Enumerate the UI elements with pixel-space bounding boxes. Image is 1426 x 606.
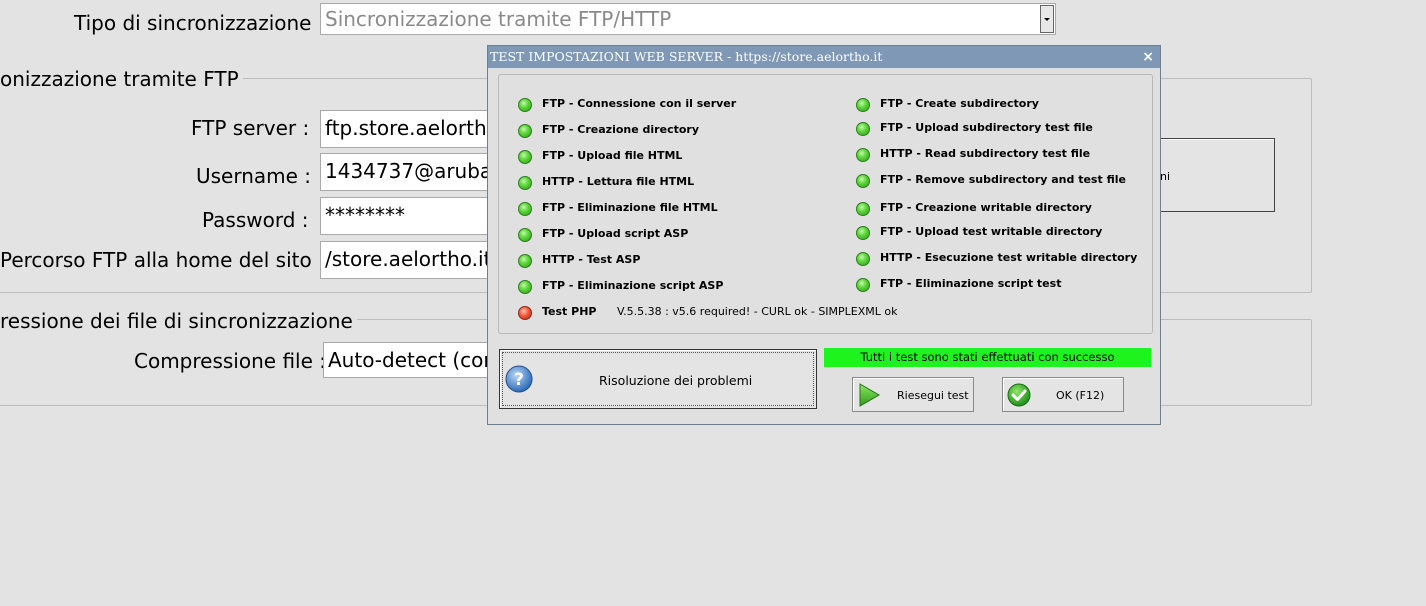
sync-type-label: Tipo di sincronizzazione : xyxy=(74,11,325,35)
password-input[interactable]: ******** xyxy=(320,197,495,235)
compression-select[interactable]: Auto-detect (cons xyxy=(323,342,495,378)
test-name: FTP - Upload subdirectory test file xyxy=(880,121,1093,134)
check-icon xyxy=(1007,383,1031,411)
dialog-title: TEST IMPOSTAZIONI WEB SERVER - https://s… xyxy=(490,49,883,64)
test-results-panel: FTP - Connessione con il server FTP - Cre… xyxy=(498,74,1153,334)
test-detail: V.5.5.38 : v5.6 required! - CURL ok - SI… xyxy=(617,305,898,318)
hidden-button-label: ni xyxy=(1160,170,1171,183)
ok-label: OK (F12) xyxy=(1056,389,1105,402)
test-name: HTTP - Esecuzione test writable director… xyxy=(880,251,1138,264)
status-ok-icon xyxy=(518,280,532,294)
test-name: FTP - Remove subdirectory and test file xyxy=(880,173,1126,186)
hidden-button[interactable]: ni xyxy=(1150,138,1275,212)
ftp-group-title: onizzazione tramite FTP xyxy=(0,67,243,91)
rerun-test-button[interactable]: Riesegui test xyxy=(852,377,974,412)
status-ok-icon xyxy=(518,228,532,242)
status-ok-icon xyxy=(856,174,870,188)
troubleshoot-button[interactable]: ? Risoluzione dei problemi xyxy=(499,349,817,409)
help-question-icon: ? xyxy=(505,365,533,397)
test-name: FTP - Create subdirectory xyxy=(880,97,1039,110)
sync-type-select[interactable]: Sincronizzazione tramite FTP/HTTP xyxy=(320,3,1056,35)
status-error-icon xyxy=(518,306,532,320)
rerun-test-label: Riesegui test xyxy=(897,389,969,402)
test-name: FTP - Creazione writable directory xyxy=(880,201,1092,214)
status-ok-icon xyxy=(856,202,870,216)
status-ok-icon xyxy=(856,252,870,266)
ftp-server-input[interactable]: ftp.store.aelortho xyxy=(320,110,495,148)
status-ok-icon xyxy=(856,122,870,136)
svg-text:?: ? xyxy=(514,370,524,390)
status-ok-icon xyxy=(518,202,532,216)
test-name: FTP - Eliminazione script ASP xyxy=(542,279,724,292)
status-ok-icon xyxy=(856,98,870,112)
status-ok-icon xyxy=(856,226,870,240)
compression-label: Compressione file : xyxy=(134,349,326,373)
status-message: Tutti i test sono stati effettuati con s… xyxy=(824,348,1151,367)
play-icon xyxy=(857,383,881,411)
ftp-path-label: Percorso FTP alla home del sito : xyxy=(0,248,325,272)
test-name: FTP - Connessione con il server xyxy=(542,97,737,110)
test-name: FTP - Upload file HTML xyxy=(542,149,683,162)
test-name: HTTP - Read subdirectory test file xyxy=(880,147,1091,160)
test-name: FTP - Creazione directory xyxy=(542,123,699,136)
status-ok-icon xyxy=(518,150,532,164)
test-settings-dialog: TEST IMPOSTAZIONI WEB SERVER - https://s… xyxy=(487,45,1161,425)
test-name: FTP - Upload test writable directory xyxy=(880,225,1103,238)
username-input[interactable]: 1434737@aruba.i xyxy=(320,153,495,191)
ftp-path-input[interactable]: /store.aelortho.it xyxy=(320,241,495,279)
password-label: Password : xyxy=(202,208,309,232)
compression-group-title: ressione dei file di sincronizzazione xyxy=(0,309,357,333)
test-name: FTP - Upload script ASP xyxy=(542,227,689,240)
test-name: HTTP - Test ASP xyxy=(542,253,641,266)
status-ok-icon xyxy=(518,98,532,112)
close-icon[interactable]: × xyxy=(1142,46,1154,68)
username-label: Username : xyxy=(196,164,312,188)
dialog-titlebar: TEST IMPOSTAZIONI WEB SERVER - https://s… xyxy=(488,46,1160,68)
test-name: FTP - Eliminazione file HTML xyxy=(542,201,718,214)
sync-type-value: Sincronizzazione tramite FTP/HTTP xyxy=(325,7,672,31)
dropdown-arrow-icon[interactable] xyxy=(1040,5,1054,33)
troubleshoot-label: Risoluzione dei problemi xyxy=(599,373,753,388)
status-ok-icon xyxy=(518,254,532,268)
status-ok-icon xyxy=(518,124,532,138)
test-name: Test PHP xyxy=(542,305,597,318)
status-ok-icon xyxy=(518,176,532,190)
test-name: FTP - Eliminazione script test xyxy=(880,277,1062,290)
test-name: HTTP - Lettura file HTML xyxy=(542,175,695,188)
status-ok-icon xyxy=(856,148,870,162)
status-ok-icon xyxy=(856,278,870,292)
ok-button[interactable]: OK (F12) xyxy=(1002,377,1124,412)
ftp-server-label: FTP server : xyxy=(191,116,310,140)
